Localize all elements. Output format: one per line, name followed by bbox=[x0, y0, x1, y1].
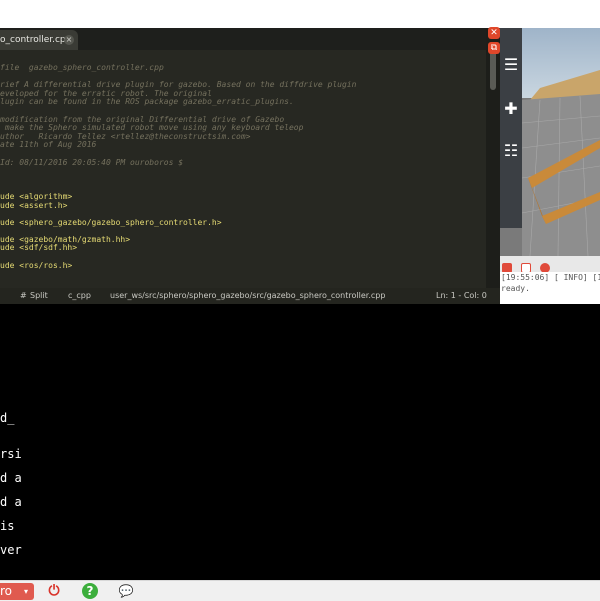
code-line: lugin can be found in the ROS package ga… bbox=[0, 97, 294, 107]
code-line: ude <ros/ros.h> bbox=[0, 260, 73, 270]
scrollbar-thumb[interactable] bbox=[490, 50, 496, 90]
file-path: user_ws/src/sphero/sphero_gazebo/src/gaz… bbox=[110, 291, 386, 300]
code-line: ate 11th of Aug 2016 bbox=[0, 140, 97, 150]
close-tab-icon[interactable]: × bbox=[64, 35, 74, 45]
code-line: Id: 08/11/2016 20:05:40 PM ouroboros $ bbox=[0, 157, 184, 167]
terminal-line: ver bbox=[0, 543, 22, 557]
popout-window-icon[interactable]: ⧉ bbox=[488, 42, 500, 54]
split-button[interactable]: Split bbox=[30, 288, 48, 304]
code-text[interactable]: file gazebo_sphero_controller.cpp rief A … bbox=[0, 63, 480, 270]
power-icon[interactable]: ⏻ bbox=[46, 583, 62, 599]
help-icon[interactable]: ? bbox=[82, 583, 98, 599]
menu-icon[interactable]: ☰ bbox=[502, 54, 520, 76]
tree-icon[interactable]: ☷ bbox=[502, 140, 520, 162]
language-mode[interactable]: c_cpp bbox=[68, 288, 91, 304]
ros-menu-label: ro bbox=[0, 584, 13, 598]
code-line: file gazebo_sphero_controller.cpp bbox=[0, 63, 164, 72]
code-editor[interactable]: o_controller.cpp × file gazebo_sphero_co… bbox=[0, 28, 486, 304]
terminal-line: d a bbox=[0, 471, 22, 485]
gazebo-log: [19:55:06] [ INFO] [1489 ready. bbox=[500, 272, 600, 304]
log-line: ready. bbox=[501, 284, 530, 293]
chat-icon[interactable]: 💬 bbox=[118, 583, 134, 599]
chevron-down-icon: ▾ bbox=[24, 587, 29, 596]
log-line: [19:55:06] [ INFO] [1489 bbox=[501, 273, 600, 282]
bottom-bar: ro ▾ ⏻ ? 💬 bbox=[0, 580, 600, 601]
code-line: ude <sphero_gazebo/gazebo_sphero_control… bbox=[0, 217, 222, 227]
code-line: ude <sdf/sdf.hh> bbox=[0, 243, 78, 253]
code-line: ude <algorithm> bbox=[0, 191, 73, 201]
editor-scrollbar[interactable] bbox=[486, 28, 500, 304]
terminal-line: d a bbox=[0, 495, 22, 509]
terminal-line: rsi bbox=[0, 447, 22, 461]
terminal-line: is bbox=[0, 519, 15, 533]
editor-tab-bar: o_controller.cpp × bbox=[0, 28, 486, 50]
gazebo-viewer[interactable]: ☰ ✚ ☷ [19:55:06] [ INFO] [1489 ready. bbox=[500, 28, 600, 304]
ros-menu-button[interactable]: ro ▾ bbox=[0, 583, 34, 600]
top-strip bbox=[0, 0, 600, 28]
cursor-position: Ln: 1 - Col: 0 bbox=[436, 291, 487, 300]
close-window-icon[interactable]: ✕ bbox=[488, 27, 500, 39]
gazebo-log-controls bbox=[502, 258, 554, 273]
terminal-line: d_ bbox=[0, 411, 15, 425]
tab-gazebo-sphero-controller[interactable]: o_controller.cpp × bbox=[0, 30, 78, 50]
editor-status-bar: # Split c_cpp user_ws/src/sphero/sphero_… bbox=[0, 288, 500, 304]
code-line: ude <assert.h> bbox=[0, 200, 68, 210]
status-hash: # bbox=[20, 291, 27, 300]
terminal[interactable]: d_ rsi d a d a is ver bbox=[0, 304, 600, 580]
gazebo-toolbar: ☰ ✚ ☷ bbox=[500, 28, 522, 228]
add-icon[interactable]: ✚ bbox=[502, 98, 520, 120]
tab-label: o_controller.cpp bbox=[0, 35, 72, 45]
